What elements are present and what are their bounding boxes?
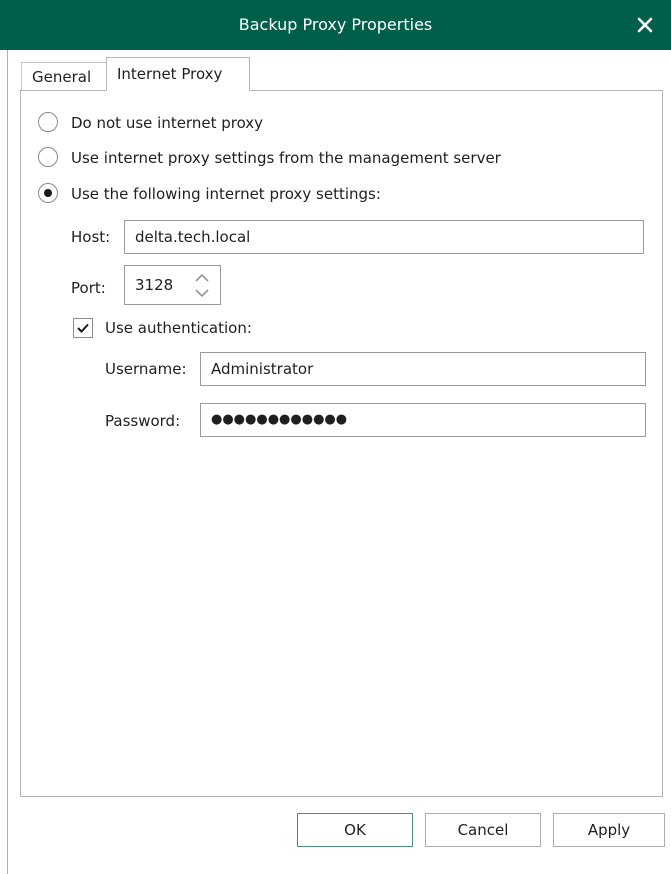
radio-label: Do not use internet proxy — [71, 114, 264, 132]
password-label: Password: — [105, 412, 181, 430]
host-label: Host: — [71, 228, 111, 246]
stepper-arrows[interactable] — [184, 266, 220, 304]
use-authentication-label: Use authentication: — [105, 319, 252, 337]
chevron-up-icon — [195, 273, 209, 282]
checkmark-icon — [77, 323, 89, 333]
port-label: Port: — [71, 279, 106, 297]
radio-button[interactable] — [38, 147, 58, 167]
host-input[interactable]: delta.tech.local — [124, 220, 644, 254]
tab-internet-proxy[interactable]: Internet Proxy — [106, 57, 250, 91]
tab-general[interactable]: General — [21, 62, 107, 90]
chevron-down-icon — [195, 289, 209, 298]
apply-button[interactable]: Apply — [553, 813, 665, 847]
close-icon[interactable] — [633, 13, 657, 37]
password-input[interactable]: ●●●●●●●●●●●● — [200, 403, 646, 437]
username-input[interactable]: Administrator — [200, 352, 646, 386]
radio-button[interactable] — [38, 112, 58, 132]
radio-button-selected[interactable] — [38, 183, 58, 203]
title-bar: Backup Proxy Properties — [0, 0, 671, 50]
username-label: Username: — [105, 360, 187, 378]
cancel-button[interactable]: Cancel — [425, 813, 541, 847]
port-value: 3128 — [135, 276, 174, 294]
radio-dot — [44, 189, 52, 197]
radio-label: Use the following internet proxy setting… — [71, 185, 381, 203]
port-stepper[interactable]: 3128 — [124, 265, 221, 305]
ok-button[interactable]: OK — [297, 813, 413, 847]
use-authentication-checkbox[interactable] — [73, 318, 93, 338]
window-title: Backup Proxy Properties — [238, 15, 433, 34]
radio-label: Use internet proxy settings from the man… — [71, 149, 501, 167]
window-border — [7, 50, 8, 874]
